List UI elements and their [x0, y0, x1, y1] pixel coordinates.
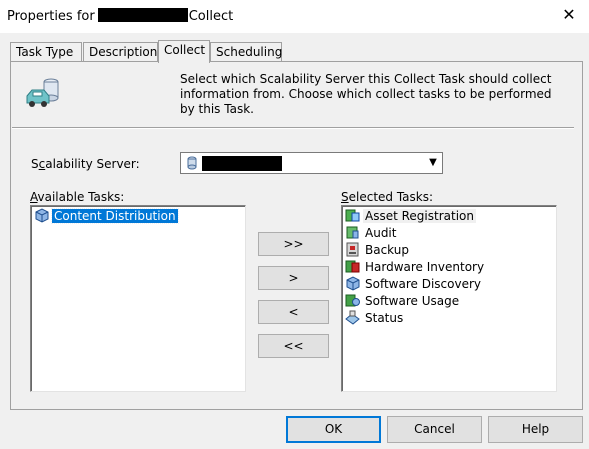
redacted-name	[97, 8, 188, 22]
asset-icon	[345, 208, 361, 223]
tab-collect[interactable]: Collect	[158, 40, 210, 63]
list-item[interactable]: Software Discovery	[345, 276, 483, 292]
usage-icon	[345, 293, 361, 308]
package-icon	[34, 208, 50, 223]
tab-scheduling[interactable]: Scheduling	[210, 42, 282, 62]
window-title: Properties for Collect	[7, 8, 233, 24]
list-item[interactable]: Content Distribution	[34, 208, 179, 224]
list-item[interactable]: Audit	[345, 225, 398, 241]
backup-icon	[345, 242, 361, 257]
remove-all-button[interactable]: <<	[258, 334, 329, 358]
available-tasks-label: Available Tasks:	[30, 190, 125, 204]
list-item[interactable]: Asset Registration	[345, 208, 476, 224]
scalability-server-dropdown[interactable]: ▼	[180, 152, 443, 174]
separator	[12, 127, 574, 129]
car-database-icon	[24, 76, 64, 113]
close-icon[interactable]: ✕	[549, 0, 589, 30]
window-title-suffix: Collect	[188, 9, 234, 24]
tab-task-type[interactable]: Task Type	[10, 42, 82, 62]
status-icon	[345, 310, 361, 325]
window-title-prefix: Properties for	[7, 9, 95, 24]
selected-tasks-list[interactable]: Asset Registration Audit Backup Hardware…	[341, 205, 557, 392]
selected-tasks-label: Selected Tasks:	[341, 190, 434, 204]
list-item[interactable]: Backup	[345, 242, 411, 258]
title-bar: Properties for Collect ✕	[0, 0, 589, 33]
redacted-server-name	[202, 156, 282, 171]
list-item[interactable]: Status	[345, 310, 405, 326]
server-icon	[187, 156, 197, 173]
scalability-server-label: Scalability Server:	[31, 157, 140, 171]
remove-button[interactable]: <	[258, 300, 329, 324]
cancel-button[interactable]: Cancel	[387, 416, 482, 443]
help-button[interactable]: Help	[488, 416, 583, 443]
chevron-down-icon[interactable]: ▼	[424, 153, 442, 173]
tab-description[interactable]: Description	[83, 42, 158, 62]
discovery-icon	[345, 276, 361, 291]
ok-button[interactable]: OK	[286, 416, 381, 443]
add-button[interactable]: >	[258, 266, 329, 290]
available-tasks-list[interactable]: Content Distribution	[30, 205, 246, 392]
list-item[interactable]: Hardware Inventory	[345, 259, 486, 275]
hardware-icon	[345, 259, 361, 274]
add-all-button[interactable]: >>	[258, 232, 329, 256]
audit-icon	[345, 225, 361, 240]
collect-description: Select which Scalability Server this Col…	[180, 72, 552, 116]
list-item[interactable]: Software Usage	[345, 293, 461, 309]
